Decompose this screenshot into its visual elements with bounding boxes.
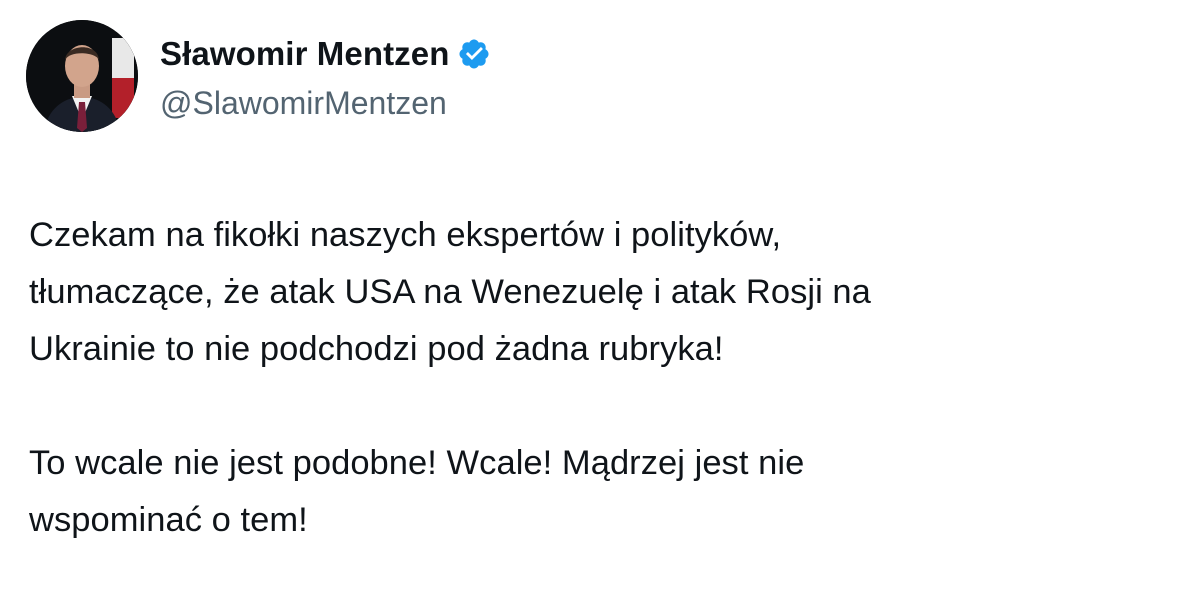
author-names: Sławomir Mentzen @SlawomirMentzen xyxy=(160,31,491,122)
tweet-card: Sławomir Mentzen @SlawomirMentzen Czekam… xyxy=(0,0,1200,615)
tweet-text-line: Ukrainie to nie podchodzi pod żadna rubr… xyxy=(29,330,724,368)
tweet-text: Czekam na fikołki naszych ekspertów i po… xyxy=(29,207,1169,549)
author-display-name[interactable]: Sławomir Mentzen xyxy=(160,35,449,73)
tweet-text-line: tłumaczące, że atak USA na Wenezuelę i a… xyxy=(29,273,871,311)
tweet-paragraph: Czekam na fikołki naszych ekspertów i po… xyxy=(29,207,1169,378)
author-handle[interactable]: @SlawomirMentzen xyxy=(160,85,491,122)
verified-badge-icon xyxy=(457,37,491,71)
tweet-text-line: To wcale nie jest podobne! Wcale! Mądrze… xyxy=(29,444,805,482)
tweet-text-line: wspominać o tem! xyxy=(29,501,308,539)
tweet-header: Sławomir Mentzen @SlawomirMentzen xyxy=(26,20,491,132)
avatar-photo-icon xyxy=(26,20,138,132)
tweet-paragraph: To wcale nie jest podobne! Wcale! Mądrze… xyxy=(29,435,1169,549)
tweet-text-line: Czekam na fikołki naszych ekspertów i po… xyxy=(29,216,782,254)
display-name-row: Sławomir Mentzen xyxy=(160,31,491,77)
avatar[interactable] xyxy=(26,20,138,132)
